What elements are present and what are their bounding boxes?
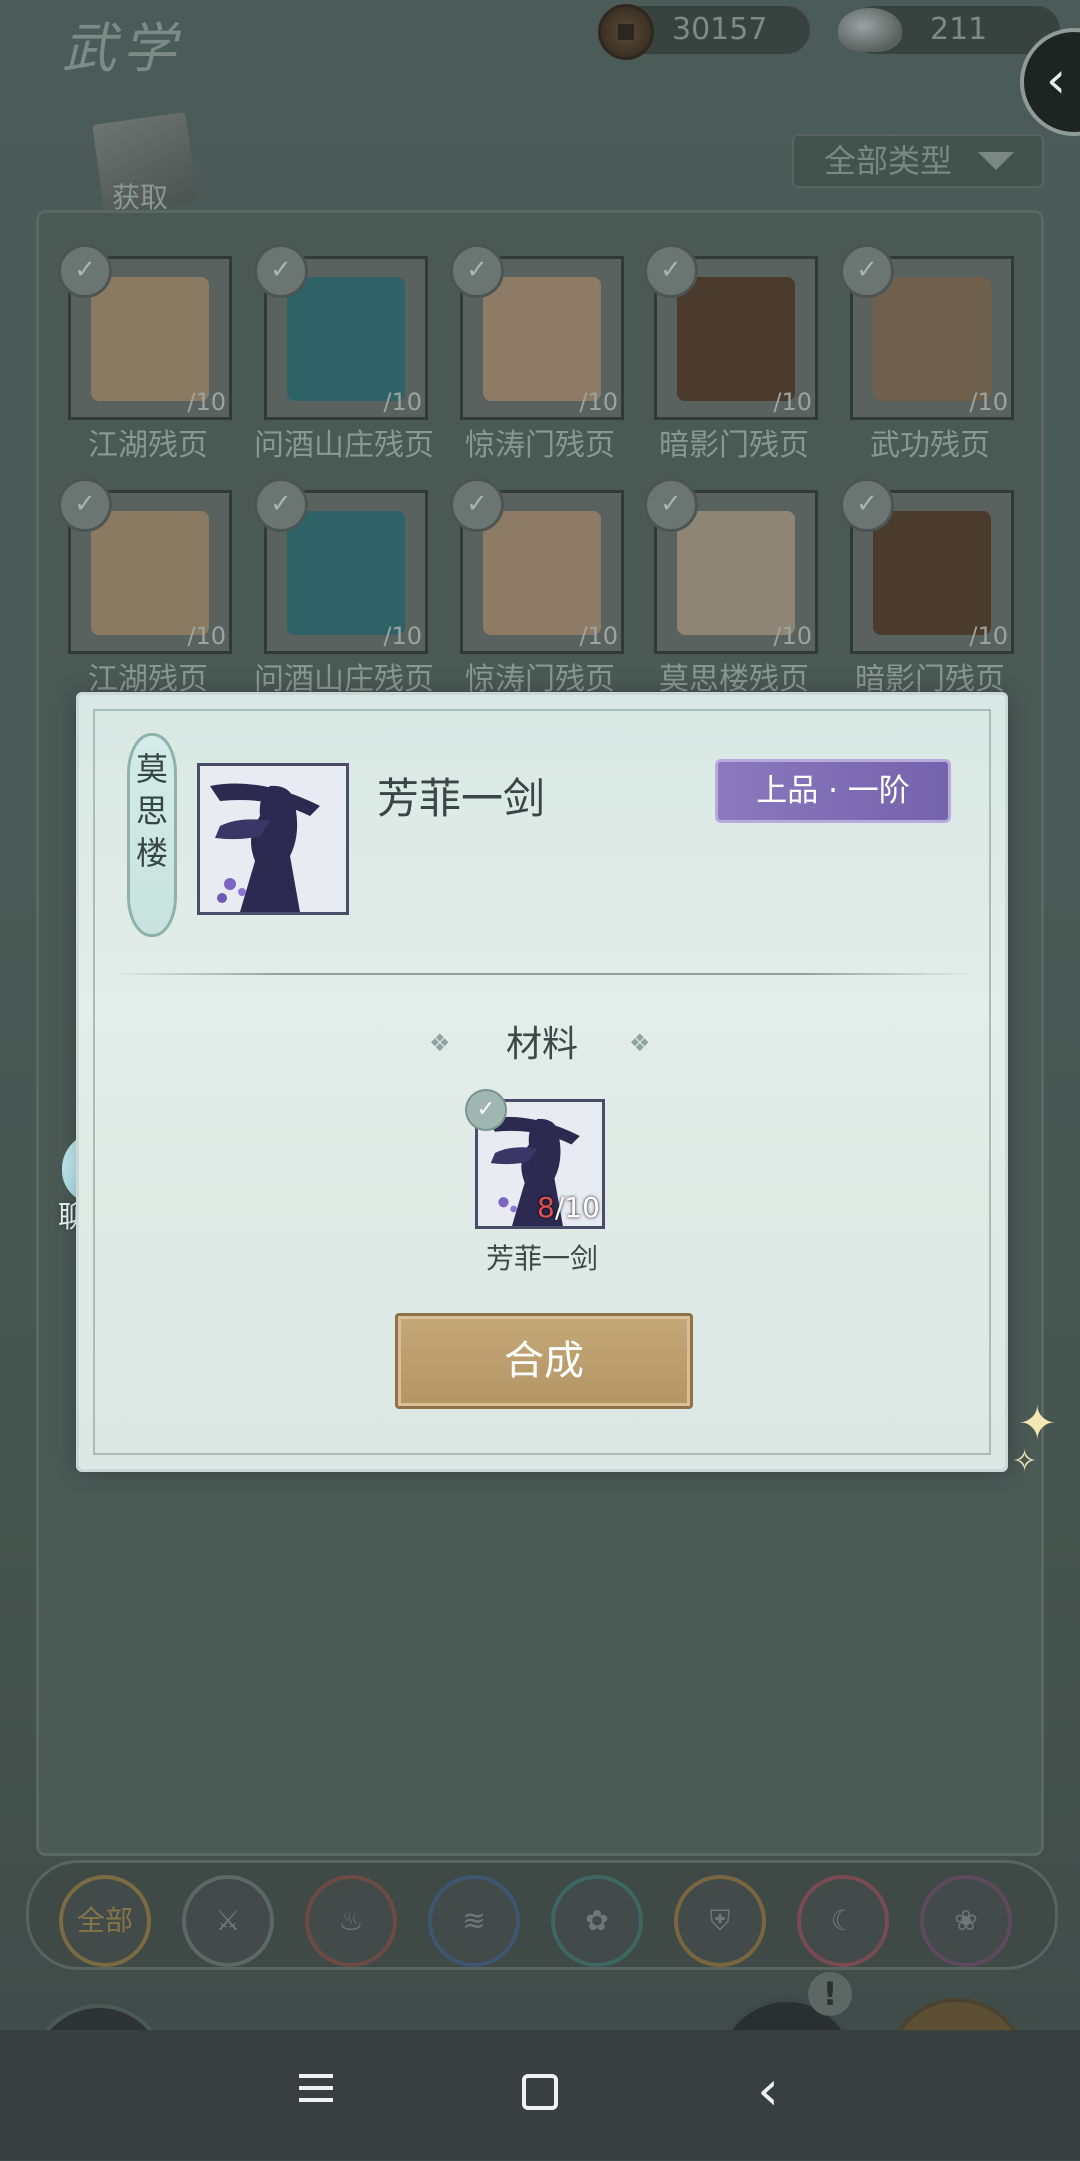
diamond-ornament-icon: ❖ [629,1029,651,1057]
grid-item[interactable]: ✓ /10 [254,478,428,654]
material-name: 芳菲一剑 [485,1242,598,1275]
book-icon [483,511,601,635]
home-icon[interactable] [500,2060,580,2130]
scroll-icon [91,511,209,635]
check-icon: ✓ [254,478,308,532]
scroll-icon [677,277,795,401]
fragment-count: /10 [187,388,226,416]
divider [109,973,975,975]
fragment-count: /10 [187,622,226,650]
rose-icon[interactable]: ❀ [920,1875,1012,1967]
silver-amount: 211 [930,12,988,47]
fragment-name: 江湖残页 [88,428,208,463]
crescent-icon[interactable]: ☾ [797,1875,889,1967]
check-icon: ✓ [450,244,504,298]
system-nav-bar: ‹ [0,2030,1080,2160]
chevron-left-icon: ‹ [1046,51,1066,109]
fragment-name: 问酒山庄残页 [254,428,434,463]
check-icon: ✓ [840,244,894,298]
scroll-icon [873,511,991,635]
wave-icon[interactable]: ≋ [428,1875,520,1967]
type-filter-label: 全部类型 [824,142,953,180]
copper-amount: 30157 [672,12,768,47]
skill-portrait [197,763,349,915]
butterfly-icon[interactable]: ✿ [551,1875,643,1967]
check-icon: ✓ [254,244,308,298]
swordsman-silhouette-icon [200,766,346,912]
flame-icon[interactable]: ♨ [305,1875,397,1967]
grid-item[interactable]: ✓ /10 [644,244,818,420]
book-icon [677,511,795,635]
fragment-name: 武功残页 [870,428,990,463]
fragment-count: /10 [773,622,812,650]
grid-item[interactable]: ✓ /10 [450,478,624,654]
fragment-count: /10 [579,622,618,650]
book-icon [287,511,405,635]
sect-label: 莫思楼 [135,750,168,872]
book-icon [873,277,991,401]
skill-name: 芳菲一剑 [377,774,546,823]
category-all-button[interactable]: 全部 [59,1875,151,1967]
top-bar: 武学 30157 211 [0,0,1080,80]
book-icon [287,277,405,401]
grid-item[interactable]: ✓ /10 [840,478,1014,654]
sect-tag: 莫思楼 [127,733,177,937]
sword-icon[interactable]: ⚔ [182,1875,274,1967]
chevron-down-icon [978,152,1014,170]
material-have: 8 [537,1191,555,1224]
check-icon: ✓ [58,478,112,532]
fragment-count: /10 [579,388,618,416]
material-count: 8/10 [537,1191,600,1224]
copper-coin-icon [598,4,654,60]
shield-icon[interactable]: ⛨ [674,1875,766,1967]
fragment-name: 暗影门残页 [659,428,809,463]
grid-item[interactable]: ✓ /10 [644,478,818,654]
grid-item[interactable]: ✓ /10 [450,244,624,420]
nav-back-icon[interactable]: ‹ [728,2060,808,2130]
craft-dialog: 莫思楼 芳菲一剑 上品 · 一阶 ❖ 材料 ❖ ✓ 8/10 芳菲一剑 合成 [76,692,1008,1472]
materials-title: 材料 [505,1024,578,1065]
check-icon: ✓ [644,478,698,532]
fragment-count: /10 [969,388,1008,416]
check-icon: ✓ [58,244,112,298]
fragment-count: /10 [383,388,422,416]
grid-item[interactable]: ✓ /10 [58,244,232,420]
book-icon [483,277,601,401]
category-bar: 全部 ⚔ ♨ ≋ ✿ ⛨ ☾ ❀ [26,1860,1058,1970]
grade-badge: 上品 · 一阶 [715,759,951,823]
check-icon: ✓ [450,478,504,532]
check-icon: ✓ [644,244,698,298]
menu-icon[interactable] [276,2060,356,2130]
sparkle-icon: ✧ [1012,1444,1038,1479]
check-icon: ✓ [465,1089,507,1131]
fragment-count: /10 [969,622,1008,650]
butterfly-sparkle-icon: ✦ [1018,1396,1057,1450]
fragment-count: /10 [383,622,422,650]
grid-item[interactable]: ✓ /10 [840,244,1014,420]
scroll-icon [91,277,209,401]
check-icon: ✓ [840,478,894,532]
grid-item[interactable]: ✓ /10 [58,478,232,654]
material-need: /10 [554,1191,600,1224]
fragment-name: 惊涛门残页 [465,428,615,463]
page-title: 武学 [62,17,182,80]
alert-badge: ! [808,1972,852,2016]
category-all-label: 全部 [76,1904,133,1937]
fragment-count: /10 [773,388,812,416]
type-filter-dropdown[interactable]: 全部类型 [792,134,1044,188]
grid-item[interactable]: ✓ /10 [254,244,428,420]
silver-ingot-icon [838,8,902,52]
craft-button[interactable]: 合成 [395,1313,693,1409]
